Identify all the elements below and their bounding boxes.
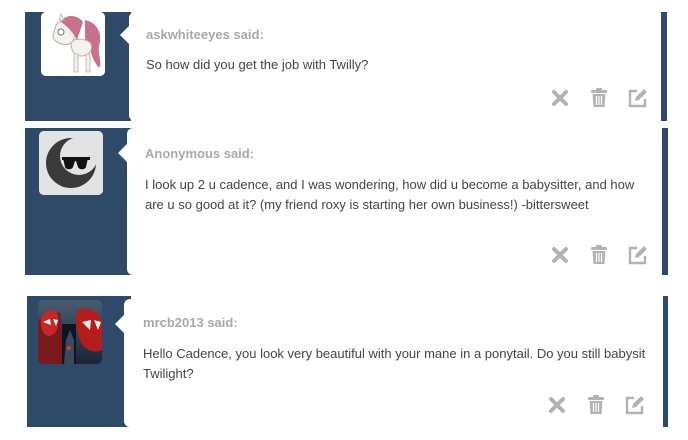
post-panel-edge — [663, 296, 668, 427]
trash-icon[interactable] — [585, 394, 607, 416]
spiderman-avatar[interactable] — [38, 300, 102, 364]
edit-icon[interactable] — [624, 394, 646, 416]
post-actions — [546, 394, 646, 416]
ask-inbox: askwhiteeyes said: So how did you get th… — [0, 0, 688, 440]
ask-post: mrcb2013 said: Hello Cadence, you look v… — [0, 0, 688, 440]
asker-name[interactable]: mrcb2013 said: — [143, 315, 238, 330]
bubble-pointer — [115, 315, 124, 333]
delete-icon[interactable] — [546, 394, 568, 416]
question-text: Hello Cadence, you look very beautiful w… — [143, 346, 646, 381]
